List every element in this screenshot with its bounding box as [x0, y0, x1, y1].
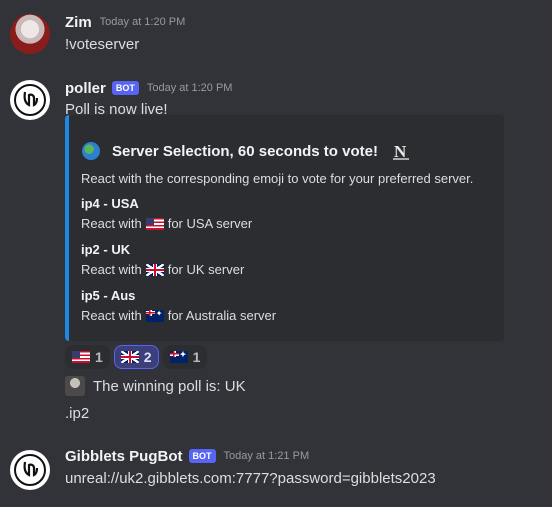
- avatar[interactable]: [10, 14, 50, 54]
- message-header: Zim Today at 1:20 PM: [65, 12, 185, 32]
- ip-text: .ip2: [65, 405, 90, 422]
- embed-title-row: Server Selection, 60 seconds to vote! N: [82, 140, 412, 162]
- reaction-count: 2: [143, 349, 152, 365]
- embed-title: Server Selection, 60 seconds to vote!: [112, 142, 378, 160]
- embed-field-value: React with for Australia server: [81, 308, 276, 323]
- winning-text: The winning poll is: UK: [93, 378, 246, 395]
- reactions-bar: 1 2 1: [65, 345, 208, 369]
- timestamp: Today at 1:21 PM: [223, 450, 310, 462]
- flag-us-icon: [145, 217, 164, 230]
- reaction-au[interactable]: 1: [162, 345, 208, 369]
- avatar[interactable]: [10, 80, 50, 120]
- flag-us-icon: [72, 351, 90, 363]
- reaction-count: 1: [95, 349, 103, 365]
- mini-avatar[interactable]: [65, 376, 85, 396]
- message-header: Gibblets PugBot BOT Today at 1:21 PM: [65, 446, 309, 466]
- field-prefix: React with: [81, 216, 142, 231]
- flag-uk-icon: [145, 263, 164, 276]
- flag-au-icon: [145, 309, 164, 322]
- bot-badge: BOT: [188, 449, 216, 463]
- username[interactable]: Gibblets PugBot: [65, 448, 183, 465]
- message-text: unreal://uk2.gibblets.com:7777?password=…: [65, 470, 436, 487]
- unreal-logo-icon: [14, 84, 46, 116]
- field-suffix: for Australia server: [167, 308, 277, 323]
- field-suffix: for UK server: [167, 262, 245, 277]
- reaction-us[interactable]: 1: [65, 345, 110, 369]
- flag-uk-icon: [120, 351, 139, 363]
- field-prefix: React with: [81, 262, 142, 277]
- field-suffix: for USA server: [167, 216, 253, 231]
- nexus-logo-icon: N: [389, 140, 412, 162]
- username[interactable]: poller: [65, 80, 106, 97]
- unreal-logo-icon: [14, 454, 46, 486]
- globe-icon: [82, 142, 100, 160]
- field-prefix: React with: [81, 308, 142, 323]
- username[interactable]: Zim: [65, 14, 92, 31]
- timestamp: Today at 1:20 PM: [146, 82, 233, 94]
- embed-field-name: ip2 - UK: [81, 242, 131, 257]
- reaction-count: 1: [192, 349, 201, 365]
- flag-au-icon: [169, 350, 188, 363]
- bot-badge: BOT: [111, 81, 139, 95]
- embed-field-value: React with for UK server: [81, 262, 244, 277]
- timestamp: Today at 1:20 PM: [99, 16, 186, 28]
- embed-description: React with the corresponding emoji to vo…: [81, 171, 474, 186]
- reaction-uk[interactable]: 2: [113, 345, 159, 369]
- embed-field-name: ip5 - Aus: [81, 288, 136, 303]
- embed-field-value: React with for USA server: [81, 216, 252, 231]
- message-text: !voteserver: [65, 36, 140, 53]
- poll-embed: Server Selection, 60 seconds to vote! N …: [65, 115, 504, 341]
- embed-field-name: ip4 - USA: [81, 196, 139, 211]
- message-header: poller BOT Today at 1:20 PM: [65, 78, 232, 98]
- avatar[interactable]: [10, 450, 50, 490]
